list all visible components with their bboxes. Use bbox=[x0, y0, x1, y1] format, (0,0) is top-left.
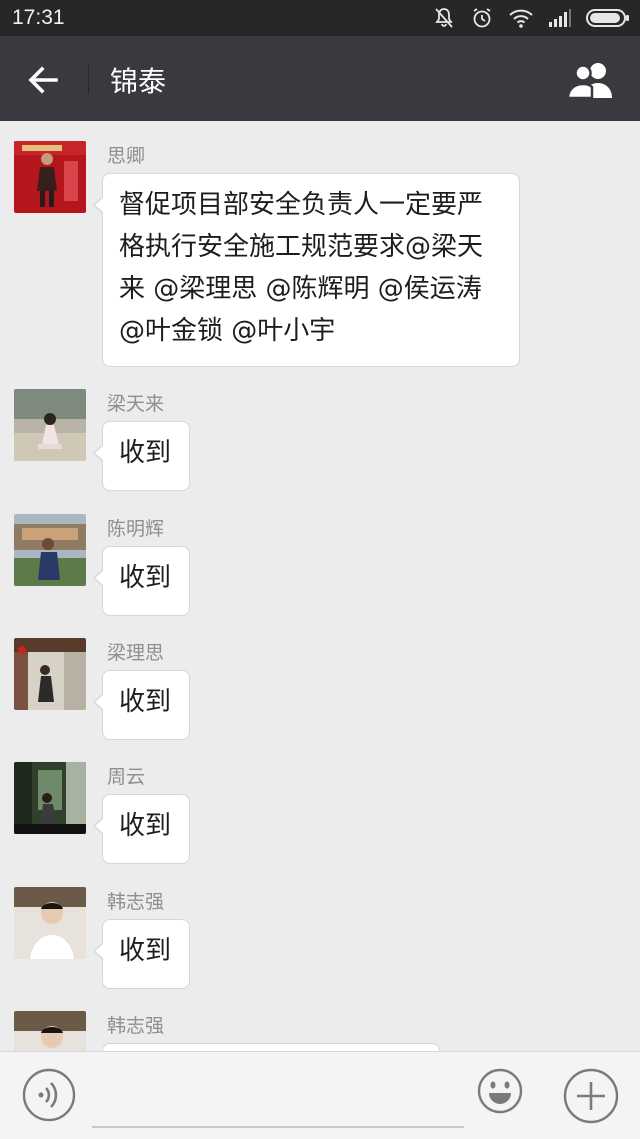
sender-name: 梁天来 bbox=[107, 393, 165, 415]
more-options-button[interactable] bbox=[563, 1068, 619, 1124]
avatar[interactable] bbox=[14, 1011, 86, 1051]
message-input[interactable] bbox=[92, 1064, 464, 1128]
message-bubble[interactable]: 收到 bbox=[93, 919, 190, 989]
back-button[interactable] bbox=[22, 58, 66, 102]
message-bubble[interactable]: 收到 bbox=[93, 546, 190, 616]
group-members-icon bbox=[566, 63, 612, 100]
emoji-button[interactable] bbox=[477, 1068, 523, 1114]
message-item: 陈明辉 收到 bbox=[0, 514, 640, 624]
sender-name: 梁理思 bbox=[107, 642, 165, 664]
status-icons bbox=[432, 6, 630, 30]
message-item: 梁天来 收到 bbox=[0, 389, 640, 499]
sender-name: 思卿 bbox=[107, 145, 146, 167]
status-bar: 17:31 bbox=[0, 0, 640, 36]
message-item: 周云 收到 bbox=[0, 762, 640, 872]
input-bar bbox=[0, 1051, 640, 1139]
voice-input-icon bbox=[22, 1068, 76, 1122]
battery-icon bbox=[586, 9, 629, 27]
plus-icon bbox=[563, 1068, 619, 1124]
avatar[interactable] bbox=[14, 887, 86, 959]
avatar[interactable] bbox=[14, 762, 86, 834]
sender-name: 陈明辉 bbox=[107, 518, 165, 540]
message-item: 思卿 督促项目部安全负责人一定要严格执行安全施工规范要求@梁天来 @梁理思 @陈… bbox=[0, 141, 640, 371]
chat-title: 锦泰 bbox=[110, 65, 167, 98]
message-bubble[interactable] bbox=[102, 1043, 440, 1051]
avatar[interactable] bbox=[14, 638, 86, 710]
avatar[interactable] bbox=[14, 514, 86, 586]
message-item: 韩志强 bbox=[0, 1011, 640, 1051]
title-bar: 锦泰 bbox=[0, 36, 640, 121]
wifi-icon bbox=[509, 9, 533, 28]
status-time: 17:31 bbox=[12, 6, 65, 29]
sender-name: 韩志强 bbox=[107, 1015, 165, 1037]
sender-name: 韩志强 bbox=[107, 891, 165, 913]
message-bubble[interactable]: 收到 bbox=[93, 794, 190, 864]
message-item: 韩志强 收到 bbox=[0, 887, 640, 997]
avatar[interactable] bbox=[14, 141, 86, 213]
message-bubble[interactable]: 督促项目部安全负责人一定要严格执行安全施工规范要求@梁天来 @梁理思 @陈辉明 … bbox=[93, 173, 520, 367]
alarm-icon bbox=[473, 8, 491, 28]
message-item: 梁理思 收到 bbox=[0, 638, 640, 748]
chat-message-list[interactable]: 思卿 督促项目部安全负责人一定要严格执行安全施工规范要求@梁天来 @梁理思 @陈… bbox=[0, 121, 640, 1051]
emoji-icon bbox=[477, 1068, 523, 1114]
message-bubble[interactable]: 收到 bbox=[93, 670, 190, 740]
message-bubble[interactable]: 收到 bbox=[93, 421, 190, 491]
sender-name: 周云 bbox=[107, 766, 146, 788]
arrow-left-icon bbox=[28, 66, 58, 94]
signal-icon bbox=[549, 9, 571, 27]
voice-button[interactable] bbox=[22, 1068, 76, 1122]
title-divider bbox=[88, 64, 89, 94]
group-members-button[interactable] bbox=[564, 58, 618, 102]
avatar[interactable] bbox=[14, 389, 86, 461]
notifications-off-icon bbox=[435, 8, 453, 28]
